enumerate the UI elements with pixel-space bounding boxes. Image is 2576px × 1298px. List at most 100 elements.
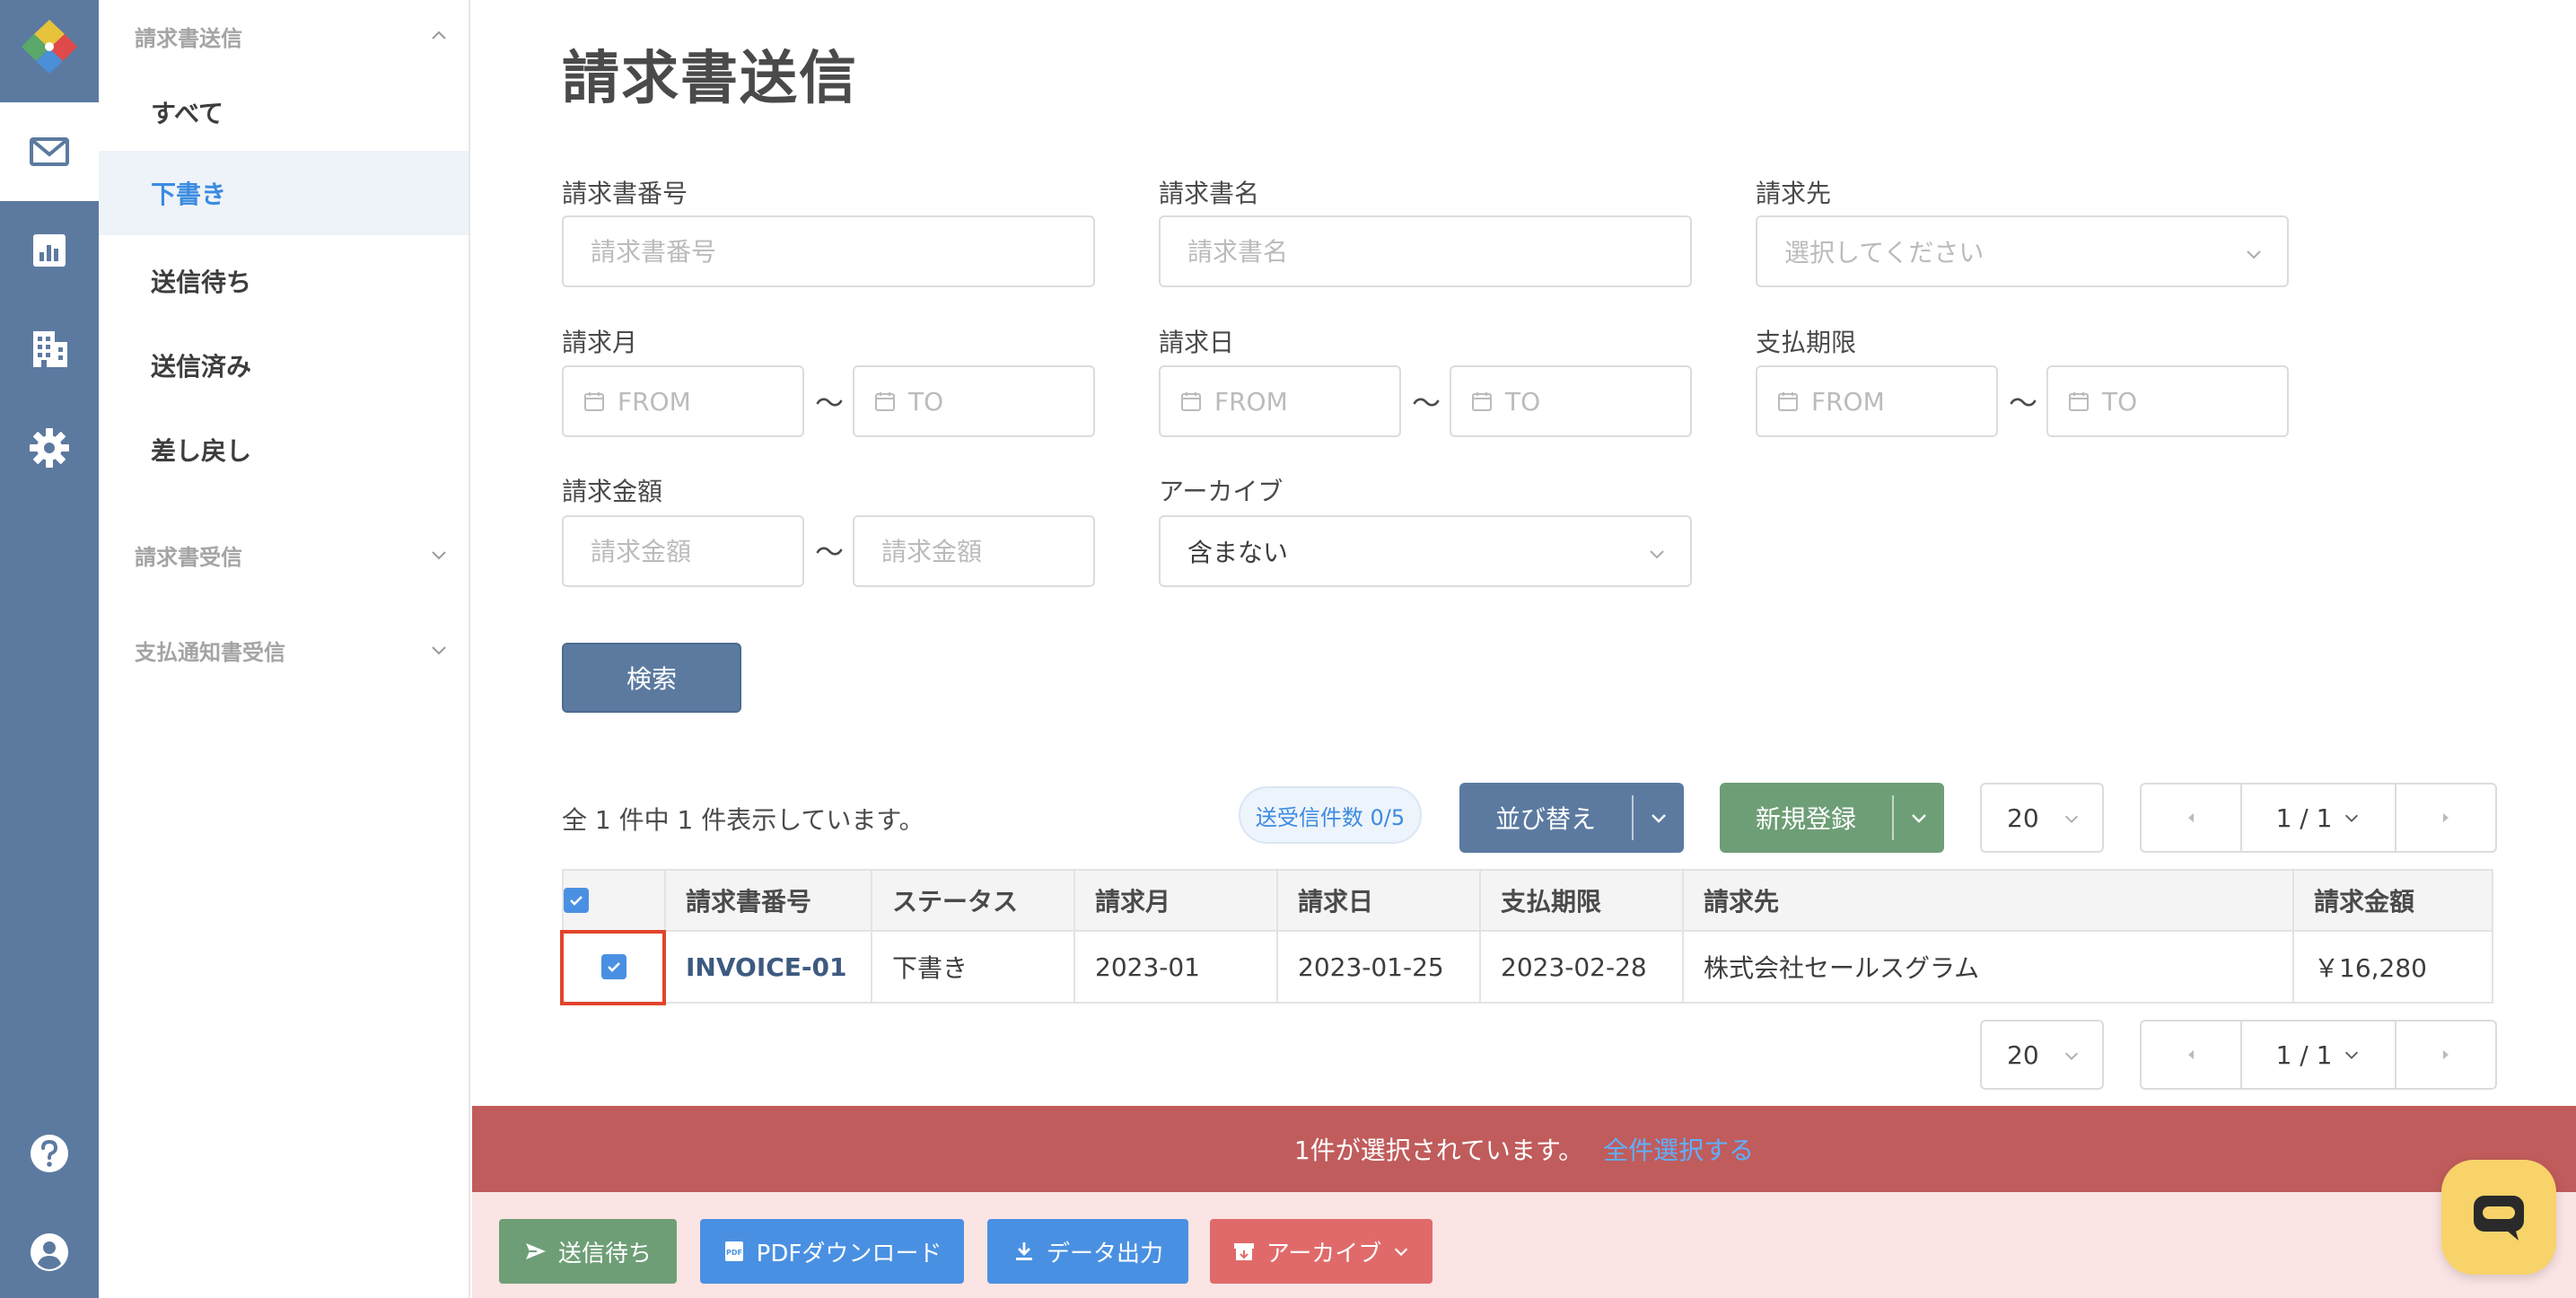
- per-page-select-top[interactable]: 20: [1980, 783, 2104, 853]
- cell-month: 2023-01: [1073, 930, 1278, 1004]
- cell-date: 2023-01-25: [1276, 930, 1481, 1004]
- send-wait-button[interactable]: 送信待ち: [499, 1219, 677, 1284]
- row-checkbox[interactable]: [601, 953, 626, 979]
- billing-month-from[interactable]: FROM: [562, 365, 804, 437]
- amount-label: 請求金額: [562, 477, 663, 506]
- rail-user-button[interactable]: [0, 1203, 99, 1298]
- pdf-download-label: PDFダウンロード: [756, 1240, 942, 1267]
- sort-button[interactable]: 並び替え: [1459, 783, 1684, 853]
- archive-button[interactable]: アーカイブ: [1210, 1219, 1433, 1284]
- select-all-checkbox[interactable]: [564, 887, 589, 913]
- help-icon: [31, 1135, 68, 1172]
- col-amount[interactable]: 請求金額: [2292, 869, 2493, 932]
- table-row[interactable]: INVOICE-01 下書き 2023-01 2023-01-25 2023-0…: [560, 930, 2493, 1005]
- billing-date-to-placeholder: TO: [1505, 386, 1541, 417]
- col-date[interactable]: 請求日: [1276, 869, 1481, 932]
- sidebar-section-payment[interactable]: 支払通知書受信: [135, 632, 449, 668]
- send-receive-count-badge: 送受信件数 0/5: [1239, 786, 1422, 844]
- sidebar-item-waiting[interactable]: 送信待ち: [99, 239, 469, 323]
- sidebar-item-sent[interactable]: 送信済み: [99, 323, 469, 408]
- rail-mail-button[interactable]: [0, 102, 99, 201]
- calendar-icon: [584, 392, 604, 411]
- recipient-select[interactable]: 選択してください: [1756, 215, 2289, 287]
- invoice-number-link[interactable]: INVOICE-01: [686, 952, 847, 982]
- chevron-down-icon: [432, 646, 446, 655]
- due-date-from[interactable]: FROM: [1756, 365, 1998, 437]
- main-content: 請求書送信 請求書番号 請求書名 請求先 選択してください 請求月 FROM 〜…: [472, 0, 2576, 1298]
- billing-date-label: 請求日: [1159, 328, 1235, 357]
- prev-page-button[interactable]: [2142, 785, 2240, 851]
- invoice-number-field[interactable]: [562, 215, 1095, 287]
- billing-month-from-placeholder: FROM: [618, 386, 691, 417]
- col-recipient[interactable]: 請求先: [1682, 869, 2294, 932]
- rail-chart-button[interactable]: [0, 201, 99, 300]
- sort-dropdown-toggle[interactable]: [1634, 808, 1684, 828]
- building-icon: [33, 331, 67, 367]
- invoice-name-field[interactable]: [1159, 215, 1692, 287]
- cell-invoice-number: INVOICE-01: [664, 930, 872, 1004]
- caret-right-icon: [2443, 1050, 2449, 1059]
- send-wait-label: 送信待ち: [557, 1240, 652, 1267]
- billing-date-from[interactable]: FROM: [1159, 365, 1401, 437]
- sidebar-item-returned[interactable]: 差し戻し: [99, 408, 469, 492]
- gear-icon: [30, 428, 69, 468]
- rail-settings-button[interactable]: [0, 399, 99, 497]
- billing-month-label: 請求月: [562, 328, 638, 357]
- sidebar-item-draft[interactable]: 下書き: [99, 151, 469, 235]
- recipient-placeholder: 選択してください: [1784, 238, 1985, 267]
- per-page-value: 20: [2007, 802, 2039, 833]
- chevron-down-icon: [1650, 550, 1664, 559]
- cell-recipient: 株式会社セールスグラム: [1682, 930, 2294, 1004]
- rail-help-button[interactable]: [0, 1104, 99, 1203]
- col-invoice-number[interactable]: 請求書番号: [664, 869, 872, 932]
- chat-support-button[interactable]: [2441, 1160, 2556, 1275]
- billing-date-to[interactable]: TO: [1450, 365, 1692, 437]
- amount-to-input[interactable]: [881, 536, 1066, 566]
- invoice-number-input[interactable]: [591, 236, 1066, 267]
- pdf-download-button[interactable]: PDF PDFダウンロード: [700, 1219, 964, 1284]
- search-button[interactable]: 検索: [562, 643, 741, 713]
- pagination-top: 1 / 1: [2140, 783, 2497, 853]
- page-title: 請求書送信: [562, 46, 858, 112]
- archive-select[interactable]: 含まない: [1159, 515, 1692, 587]
- col-month[interactable]: 請求月: [1073, 869, 1278, 932]
- app-logo-icon[interactable]: [18, 14, 81, 77]
- billing-date-from-placeholder: FROM: [1214, 386, 1288, 417]
- next-page-button[interactable]: [2396, 1022, 2495, 1088]
- selection-count-text: 1件が選択されています。: [1293, 1136, 1584, 1165]
- amount-to-field[interactable]: [853, 515, 1095, 587]
- page-select[interactable]: 1 / 1: [2240, 1022, 2396, 1088]
- col-status[interactable]: ステータス: [871, 869, 1075, 932]
- data-export-button[interactable]: データ出力: [987, 1219, 1188, 1284]
- invoice-table: 請求書番号 ステータス 請求月 請求日 支払期限 請求先 請求金額 INVOIC…: [560, 869, 2493, 1005]
- sidebar-item-label: すべて: [151, 99, 223, 128]
- rail-building-button[interactable]: [0, 300, 99, 399]
- pdf-file-icon: PDF: [724, 1241, 743, 1261]
- per-page-value: 20: [2007, 1039, 2039, 1070]
- due-date-to[interactable]: TO: [2046, 365, 2289, 437]
- billing-month-to[interactable]: TO: [853, 365, 1095, 437]
- archive-label: アーカイブ: [1266, 1240, 1382, 1267]
- sidebar-section-receive[interactable]: 請求書受信: [135, 537, 449, 573]
- per-page-select-bottom[interactable]: 20: [1980, 1020, 2104, 1090]
- amount-from-input[interactable]: [591, 536, 775, 566]
- cell-status: 下書き: [871, 930, 1075, 1004]
- chart-icon: [33, 234, 66, 267]
- check-icon: [608, 961, 620, 972]
- new-register-dropdown-toggle[interactable]: [1894, 808, 1944, 828]
- due-date-to-placeholder: TO: [2102, 386, 2138, 417]
- new-register-button[interactable]: 新規登録: [1720, 783, 1944, 853]
- next-page-button[interactable]: [2396, 785, 2495, 851]
- sidebar-section-send[interactable]: 請求書送信: [135, 18, 449, 54]
- sidebar-item-label: 差し戻し: [151, 436, 252, 466]
- amount-from-field[interactable]: [562, 515, 804, 587]
- col-due[interactable]: 支払期限: [1479, 869, 1684, 932]
- mail-icon: [30, 137, 69, 166]
- prev-page-button[interactable]: [2142, 1022, 2240, 1088]
- select-all-link[interactable]: 全件選択する: [1603, 1131, 1754, 1167]
- selection-bar: 1件が選択されています。 全件選択する: [472, 1106, 2576, 1192]
- sidebar-item-all[interactable]: すべて: [99, 70, 469, 154]
- select-all-cell: [562, 869, 666, 932]
- invoice-name-input[interactable]: [1187, 236, 1663, 267]
- page-select[interactable]: 1 / 1: [2240, 785, 2396, 851]
